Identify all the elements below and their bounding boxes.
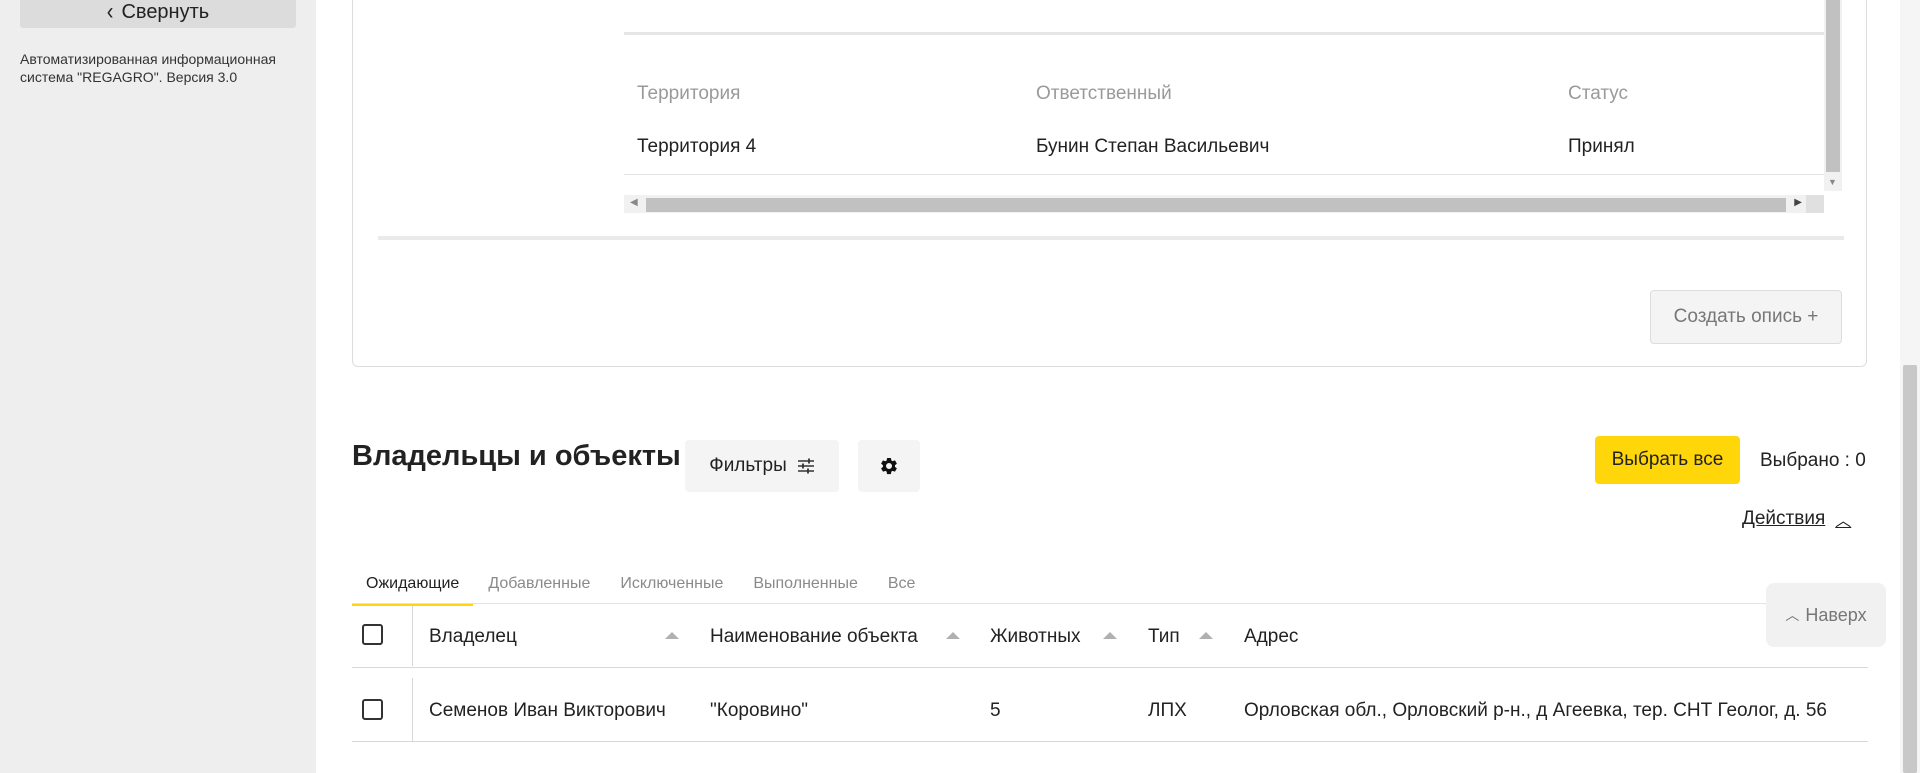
inventory-vertical-scrollbar[interactable]: ▼ — [1824, 0, 1842, 191]
chevron-up-icon: ︿ — [1835, 513, 1852, 530]
select-all-button[interactable]: Выбрать все — [1595, 436, 1740, 484]
section-title: Владельцы и объекты — [352, 440, 681, 472]
inventory-cell-territory: Территория 4 — [637, 136, 757, 157]
column-separator — [412, 678, 413, 742]
scroll-thumb[interactable] — [1826, 0, 1840, 172]
sort-arrow-icon[interactable] — [1199, 632, 1213, 639]
back-to-top-label: Наверх — [1805, 604, 1867, 625]
create-inventory-button[interactable]: Создать опись + — [1650, 290, 1842, 344]
col-address: Адрес — [1244, 626, 1299, 647]
inventory-divider — [624, 32, 1824, 35]
inventory-row-divider — [624, 174, 1824, 175]
collapse-label: Свернуть — [121, 0, 210, 23]
back-to-top-button[interactable]: ︿ Наверх — [1766, 583, 1886, 647]
sort-arrow-icon[interactable] — [946, 632, 960, 639]
chevron-left-icon: ‹ — [106, 0, 114, 25]
sliders-icon — [797, 458, 814, 474]
selected-count: Выбрано : 0 — [1760, 450, 1866, 471]
cell-owner: Семенов Иван Викторович — [429, 700, 666, 721]
card-divider — [378, 236, 1844, 240]
cell-type: ЛПХ — [1148, 700, 1187, 721]
cell-address: Орловская обл., Орловский р-н., д Агеевк… — [1244, 700, 1827, 721]
inventory-col-territory: Территория — [637, 83, 741, 104]
system-info: Автоматизированная информационная систем… — [20, 51, 276, 85]
page-scroll-thumb[interactable] — [1903, 365, 1917, 773]
tab-pending[interactable]: Ожидающие — [352, 565, 474, 606]
inventory-horizontal-scrollbar[interactable]: ◀ ▶ — [624, 195, 1824, 213]
chevron-up-icon: ︿ — [1785, 607, 1800, 623]
cell-animals: 5 — [990, 700, 1001, 721]
col-type: Тип — [1148, 626, 1180, 647]
actions-dropdown[interactable]: Действия ︿ — [1742, 507, 1851, 531]
filters-label: Фильтры — [709, 455, 787, 476]
settings-button[interactable] — [858, 440, 920, 492]
sidebar: ‹ Свернуть Автоматизированная информацио… — [0, 0, 316, 773]
inventory-cell-responsible: Бунин Степан Васильевич — [1036, 136, 1270, 157]
inventory-cell-status: Принял — [1568, 136, 1635, 157]
header-divider — [352, 667, 1868, 668]
row-checkbox[interactable] — [362, 699, 383, 720]
column-separator — [412, 606, 413, 666]
sort-arrow-icon[interactable] — [665, 632, 679, 639]
col-object-name: Наименование объекта — [710, 626, 918, 647]
status-tabs: Ожидающие Добавленные Исключенные Выполн… — [352, 565, 931, 606]
collapse-sidebar-button[interactable]: ‹ Свернуть — [20, 0, 296, 28]
row-divider — [352, 741, 1868, 742]
scroll-right-arrow-icon[interactable]: ▶ — [1794, 197, 1802, 208]
col-animals: Животных — [990, 626, 1081, 647]
tab-excluded[interactable]: Исключенные — [605, 565, 738, 604]
page-scrollbar[interactable] — [1900, 0, 1920, 773]
select-all-checkbox[interactable] — [362, 624, 383, 645]
tab-all[interactable]: Все — [873, 565, 931, 604]
sort-arrow-icon[interactable] — [1103, 632, 1117, 639]
scroll-down-arrow-icon[interactable]: ▼ — [1828, 177, 1837, 187]
inventory-card — [352, 0, 1867, 367]
scrollbar-corner — [1806, 195, 1824, 213]
gear-icon — [881, 457, 897, 475]
cell-object-name: "Коровино" — [710, 700, 809, 721]
tab-completed[interactable]: Выполненные — [738, 565, 873, 604]
filters-button[interactable]: Фильтры — [685, 440, 839, 492]
scroll-left-arrow-icon[interactable]: ◀ — [630, 197, 638, 208]
tab-added[interactable]: Добавленные — [473, 565, 605, 604]
inventory-col-status: Статус — [1568, 83, 1629, 104]
inventory-col-responsible: Ответственный — [1036, 83, 1172, 104]
tabs-underline — [352, 603, 1868, 604]
col-owner: Владелец — [429, 626, 517, 647]
scroll-thumb[interactable] — [646, 198, 1786, 212]
actions-label: Действия — [1742, 508, 1826, 529]
